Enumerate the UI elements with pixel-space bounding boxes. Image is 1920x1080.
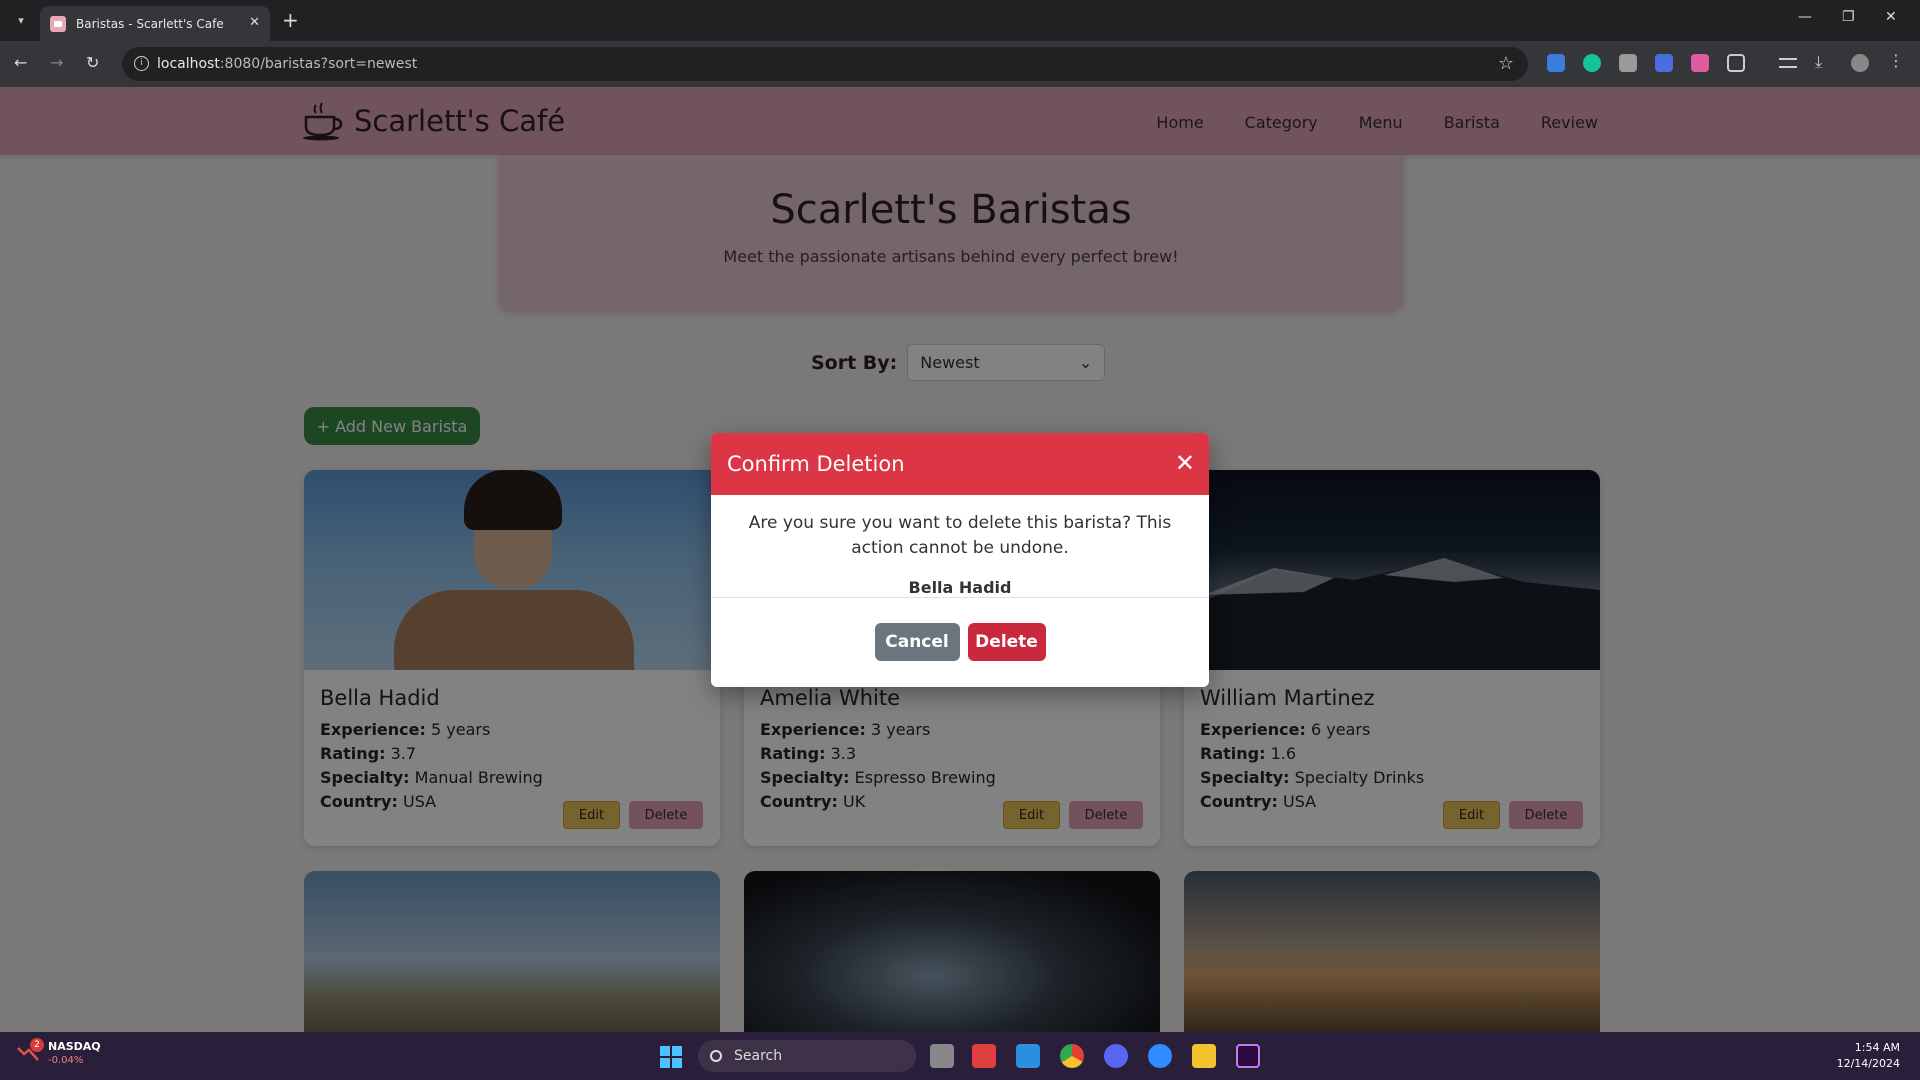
close-icon[interactable]: ✕ [1175,451,1195,475]
extension-icon[interactable] [1691,54,1709,72]
extensions-puzzle-icon[interactable] [1727,54,1745,72]
search-icon [710,1050,722,1062]
site-favicon-icon [50,15,66,32]
tab-search-icon[interactable]: ▾ [10,9,32,31]
clock-time: 1:54 AM [1854,1041,1900,1054]
bookmark-star-icon[interactable]: ☆ [1498,53,1514,74]
reading-list-icon[interactable] [1779,58,1797,68]
url-host: localhost [157,56,220,72]
menu-kebab-icon[interactable]: ⋮ [1888,51,1906,70]
vscode-icon[interactable] [1016,1044,1040,1068]
taskbar-search[interactable]: Search [698,1040,916,1072]
new-tab-icon[interactable]: + [282,8,299,32]
profile-avatar[interactable] [1851,54,1869,72]
ticker-name: NASDAQ [48,1040,101,1053]
modal-footer: Cancel Delete [711,597,1209,687]
clock-date: 12/14/2024 [1836,1057,1900,1070]
tab-close-icon[interactable]: ✕ [249,15,260,30]
tab-title: Baristas - Scarlett's Cafe [76,16,224,31]
reload-icon[interactable]: ↻ [86,53,99,72]
search-placeholder: Search [734,1048,783,1064]
forward-icon[interactable]: → [50,53,63,72]
back-icon[interactable]: ← [14,53,27,72]
browser-tab-strip: ▾ Baristas - Scarlett's Cafe ✕ + — ❐ ✕ [0,0,1920,41]
confirm-delete-button[interactable]: Delete [967,622,1046,661]
site-info-icon[interactable]: i [134,56,149,71]
modal-body: Are you sure you want to delete this bar… [711,495,1209,597]
file-explorer-icon[interactable] [1192,1044,1216,1068]
minimize-icon[interactable]: — [1798,9,1812,25]
restore-icon[interactable]: ❐ [1842,9,1855,25]
modal-title: Confirm Deletion [727,452,905,476]
confirm-delete-modal: Confirm Deletion ✕ Are you sure you want… [711,433,1209,687]
notification-badge: 2 [30,1038,44,1052]
task-view-icon[interactable] [930,1044,954,1068]
download-icon[interactable]: ⤓ [1815,52,1833,71]
cancel-button[interactable]: Cancel [874,622,960,661]
grammarly-icon[interactable] [1583,54,1601,72]
app-icon[interactable] [972,1044,996,1068]
extension-icon[interactable] [1619,54,1637,72]
stock-widget[interactable]: 2 NASDAQ -0.04% [16,1038,101,1066]
stock-chart-icon: 2 [16,1038,44,1064]
system-clock[interactable]: 1:54 AM 12/14/2024 [1837,1040,1900,1072]
modal-message: Are you sure you want to delete this bar… [748,513,1172,558]
windows-start-icon[interactable] [660,1046,682,1068]
modal-header: Confirm Deletion ✕ [711,433,1209,495]
url-path: :8080/baristas?sort=newest [219,56,418,72]
address-bar[interactable]: i localhost:8080/baristas?sort=newest ☆ [122,47,1528,81]
close-window-icon[interactable]: ✕ [1885,9,1897,25]
browser-tab[interactable]: Baristas - Scarlett's Cafe ✕ [40,6,270,41]
chrome-icon[interactable] [1060,1044,1084,1068]
ticker-change: -0.04% [48,1055,84,1066]
discord-icon[interactable] [1104,1044,1128,1068]
zoom-icon[interactable] [1148,1044,1172,1068]
windows-taskbar: 2 NASDAQ -0.04% Search 1:54 AM 12/14/202… [0,1032,1920,1080]
browser-toolbar: ← → ↻ i localhost:8080/baristas?sort=new… [0,41,1920,87]
premiere-icon[interactable] [1236,1044,1260,1068]
translate-icon[interactable] [1655,54,1673,72]
extension-icon[interactable] [1547,54,1565,72]
